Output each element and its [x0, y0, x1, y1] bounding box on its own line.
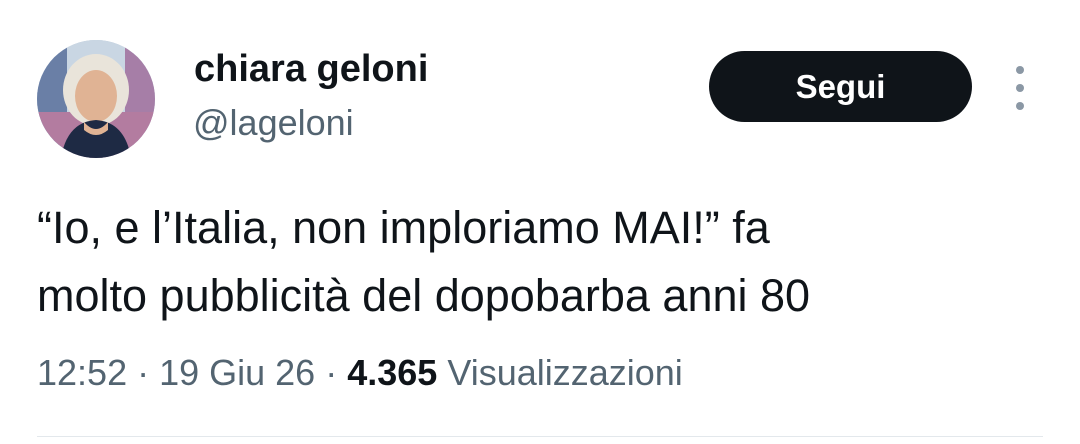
separator: ·	[315, 352, 348, 393]
tweet-date[interactable]: 19 Giu 26	[159, 352, 315, 393]
tweet-text: “Io, e l’Italia, non imploriamo MAI!” fa…	[37, 194, 1047, 330]
follow-button[interactable]: Segui	[709, 51, 972, 122]
dot	[1016, 84, 1024, 92]
display-name[interactable]: chiara geloni	[194, 47, 428, 91]
separator: ·	[127, 352, 160, 393]
divider	[37, 436, 1043, 437]
views-label: Visualizzazioni	[447, 352, 683, 393]
user-handle[interactable]: @lageloni	[193, 102, 354, 144]
views-count: 4.365	[347, 352, 438, 393]
tweet-text-line: molto pubblicità del dopobarba anni 80	[37, 270, 811, 321]
dot	[1016, 102, 1024, 110]
more-vertical-icon[interactable]	[1004, 66, 1036, 110]
profile-photo	[37, 40, 155, 158]
dot	[1016, 66, 1024, 74]
avatar[interactable]	[37, 40, 155, 158]
tweet-text-line: “Io, e l’Italia, non imploriamo MAI!” fa	[37, 202, 770, 253]
tweet-time[interactable]: 12:52	[37, 352, 127, 393]
tweet-meta: 12:52 · 19 Giu 26 · 4.365 Visualizzazion…	[37, 350, 683, 396]
tweet: chiara geloni @lageloni Segui “Io, e l’I…	[0, 0, 1080, 444]
